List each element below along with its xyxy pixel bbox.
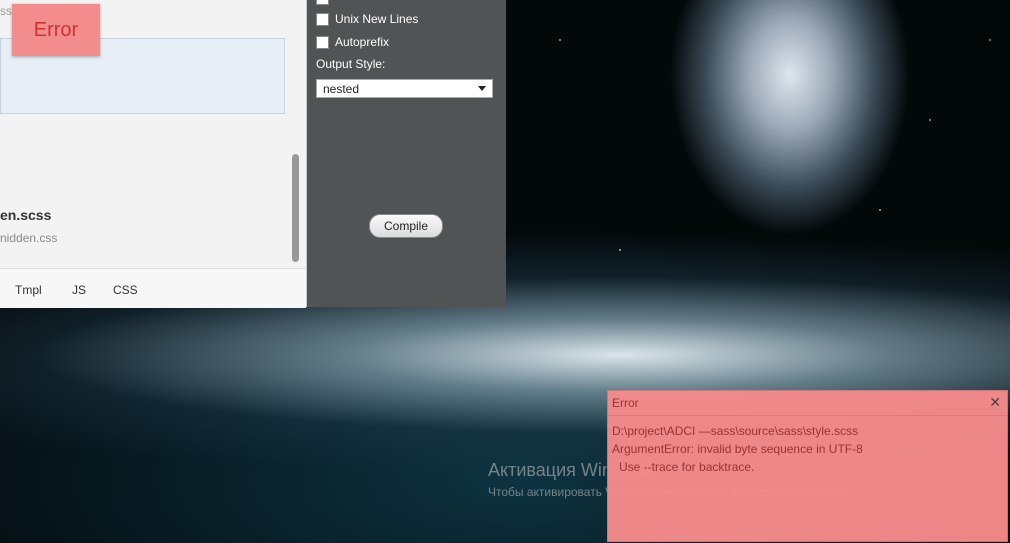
tab-tmpl[interactable]: Tmpl [15,283,42,297]
autoprefix-label: Autoprefix [335,35,390,49]
output-style-label: Output Style: [316,57,386,71]
error-dialog: Error ✕ D:\project\ADCI —sass\source\sas… [607,390,1008,542]
autoprefix-checkbox[interactable] [316,35,329,49]
output-style-select[interactable]: nested [316,79,493,98]
scss-compiler-window: ss Error en.scss nidden.css Tmpl JS CSS [0,0,307,308]
checkbox-row-hidden[interactable] [316,0,335,5]
settings-panel: Unix New Lines Autoprefix Output Style: … [307,0,506,307]
error-dialog-title: Error [612,396,639,410]
error-toast[interactable]: Error [12,4,100,56]
error-dialog-header: Error ✕ [608,391,1007,416]
compile-button[interactable]: Compile [369,214,443,238]
chevron-down-icon [478,86,486,91]
autoprefix-option[interactable]: Autoprefix [316,35,389,49]
file-path-top: ss [0,4,12,18]
error-file-path: D:\project\ADCI —sass\source\sass\style.… [612,424,859,438]
tab-css[interactable]: CSS [113,283,138,297]
file-output-path: nidden.css [0,231,58,245]
tab-js[interactable]: JS [72,283,86,297]
scrollbar[interactable] [292,154,299,262]
unix-new-lines-label: Unix New Lines [335,12,419,26]
error-message: ArgumentError: invalid byte sequence in … [612,442,863,456]
file-name[interactable]: en.scss [0,207,51,223]
checkbox[interactable] [316,0,329,5]
bottom-tab-bar: Tmpl JS CSS [0,268,306,308]
unix-new-lines-option[interactable]: Unix New Lines [316,12,418,26]
error-hint: Use --trace for backtrace. [619,460,755,474]
close-icon[interactable]: ✕ [989,394,1001,410]
output-style-value: nested [323,81,360,96]
unix-new-lines-checkbox[interactable] [316,12,329,26]
